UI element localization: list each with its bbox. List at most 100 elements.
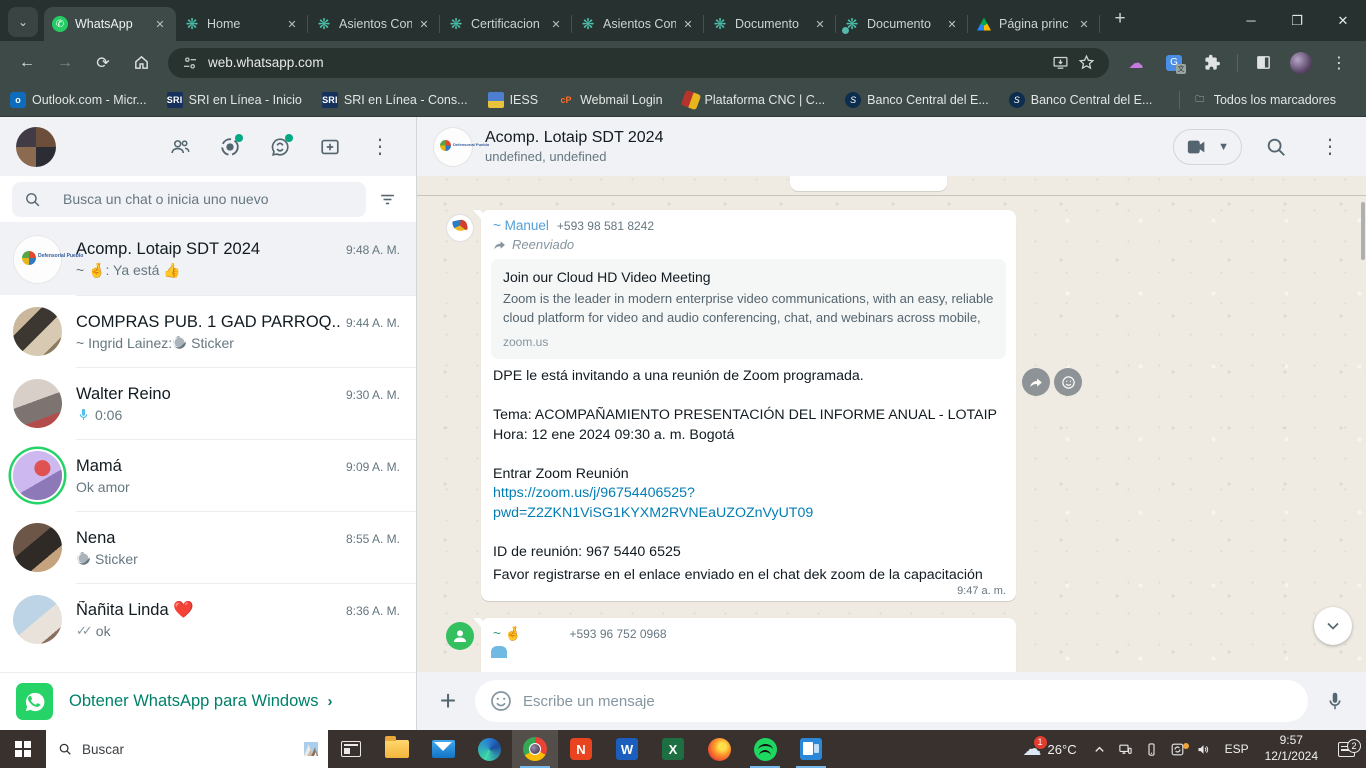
close-button[interactable]: ✕: [1320, 0, 1366, 41]
firefox-taskbar-icon[interactable]: [696, 730, 742, 768]
filter-icon[interactable]: [370, 182, 404, 216]
bookmark-item[interactable]: cPWebmail Login: [558, 92, 662, 108]
word-taskbar-icon[interactable]: W: [604, 730, 650, 768]
new-chat-icon[interactable]: [310, 127, 350, 167]
tab-close-icon[interactable]: ✕: [812, 16, 828, 32]
extension-cloud-icon[interactable]: ☁: [1122, 49, 1150, 77]
tab-close-icon[interactable]: ✕: [284, 16, 300, 32]
browser-tab[interactable]: ❋Asientos Con✕: [572, 7, 704, 41]
task-view-taskbar-icon[interactable]: [328, 730, 374, 768]
address-bar[interactable]: web.whatsapp.com: [168, 48, 1109, 78]
install-app-icon[interactable]: [1047, 52, 1073, 74]
video-call-button[interactable]: ▼: [1173, 129, 1242, 165]
all-bookmarks-button[interactable]: 🗀 Todos los marcadores: [1192, 92, 1336, 108]
language-indicator[interactable]: ESP: [1217, 742, 1257, 756]
bookmark-item[interactable]: SBanco Central del E...: [1009, 92, 1153, 108]
sync-update-icon[interactable]: [1165, 742, 1191, 757]
url-text[interactable]: web.whatsapp.com: [208, 55, 1047, 70]
profile-avatar[interactable]: [1287, 49, 1315, 77]
status-icon[interactable]: [210, 127, 250, 167]
nitro-pdf-taskbar-icon[interactable]: N: [558, 730, 604, 768]
site-settings-icon[interactable]: [182, 55, 198, 71]
scroll-to-bottom-button[interactable]: [1314, 607, 1352, 645]
minimize-button[interactable]: ─: [1228, 0, 1274, 41]
taskbar-search[interactable]: Buscar: [46, 730, 328, 768]
photos-taskbar-icon[interactable]: [788, 730, 834, 768]
sender-name[interactable]: ~ 🤞: [493, 626, 521, 642]
browser-tab[interactable]: ❋Asientos Con✕: [308, 7, 440, 41]
tab-close-icon[interactable]: ✕: [1076, 16, 1092, 32]
voice-record-icon[interactable]: [1320, 686, 1350, 716]
google-translate-icon[interactable]: G文: [1160, 49, 1188, 77]
message-input[interactable]: Escribe un mensaje: [475, 680, 1308, 722]
maximize-button[interactable]: ❐: [1274, 0, 1320, 41]
zoom-meeting-link[interactable]: https://zoom.us/j/96754406525?pwd=Z2ZKN1…: [493, 484, 1004, 523]
extensions-puzzle-icon[interactable]: [1198, 49, 1226, 77]
spotify-taskbar-icon[interactable]: [742, 730, 788, 768]
chat-list-item[interactable]: Mamá9:09 A. M.Ok amor: [0, 439, 416, 511]
hidden-icons-chevron[interactable]: [1087, 742, 1113, 757]
search-input[interactable]: Busca un chat o inicia uno nuevo: [12, 182, 366, 217]
attach-plus-icon[interactable]: +: [433, 686, 463, 716]
chat-scrollbar[interactable]: [1361, 202, 1365, 260]
tab-search-button[interactable]: ⌄: [8, 7, 38, 37]
forward-message-icon[interactable]: [1022, 368, 1050, 396]
tab-close-icon[interactable]: ✕: [680, 16, 696, 32]
tab-close-icon[interactable]: ✕: [548, 16, 564, 32]
browser-tab[interactable]: ❋Documento✕: [836, 7, 968, 41]
chrome-taskbar-icon[interactable]: [512, 730, 558, 768]
new-tab-button[interactable]: +: [1106, 5, 1134, 33]
search-highlight-image[interactable]: [304, 742, 318, 756]
sender-name[interactable]: ~ Manuel: [493, 218, 549, 233]
chat-menu-icon[interactable]: ⋮: [1310, 127, 1350, 167]
browser-tab[interactable]: ❋Documento✕: [704, 7, 836, 41]
emoji-icon[interactable]: [489, 689, 513, 713]
chat-list-item[interactable]: Acomp. Lotaip SDT 20249:48 A. M.~ 🤞: Ya …: [0, 223, 416, 295]
browser-menu-icon[interactable]: ⋮: [1325, 49, 1353, 77]
bookmark-item[interactable]: SRISRI en Línea - Cons...: [322, 92, 468, 108]
bookmark-item[interactable]: oOutlook.com - Micr...: [10, 92, 147, 108]
browser-tab[interactable]: ✆WhatsApp✕: [44, 7, 176, 41]
sender-avatar-manuel[interactable]: [446, 214, 474, 242]
channels-icon[interactable]: [260, 127, 300, 167]
forward-button[interactable]: →: [51, 49, 79, 77]
chat-list-item[interactable]: COMPRAS PUB. 1 GAD PARROQ...9:44 A. M.~ …: [0, 295, 416, 367]
chat-header-meta[interactable]: Acomp. Lotaip SDT 2024 undefined, undefi…: [485, 129, 663, 164]
bookmark-item[interactable]: Plataforma CNC | C...: [683, 92, 826, 108]
sender-avatar-default[interactable]: [446, 622, 474, 650]
chat-list-item[interactable]: Nena8:55 A. M.Sticker: [0, 511, 416, 583]
chat-avatar[interactable]: [433, 127, 473, 167]
tab-close-icon[interactable]: ✕: [152, 16, 168, 32]
home-button[interactable]: [127, 49, 155, 77]
get-whatsapp-banner[interactable]: Obtener WhatsApp para Windows ›: [0, 672, 416, 730]
network-icon[interactable]: [1113, 742, 1139, 757]
side-panel-icon[interactable]: [1249, 49, 1277, 77]
taskbar-clock[interactable]: 9:57 12/1/2024: [1257, 733, 1326, 764]
bookmark-star-icon[interactable]: [1073, 52, 1099, 74]
action-center-icon[interactable]: 2: [1326, 742, 1366, 757]
browser-tab[interactable]: Página princ✕: [968, 7, 1100, 41]
mail-taskbar-icon[interactable]: [420, 730, 466, 768]
excel-taskbar-icon[interactable]: X: [650, 730, 696, 768]
bookmark-item[interactable]: SRISRI en Línea - Inicio: [167, 92, 302, 108]
react-emoji-icon[interactable]: [1054, 368, 1082, 396]
my-profile-avatar[interactable]: [16, 127, 56, 167]
bookmark-item[interactable]: IESS: [488, 92, 539, 108]
phone-link-icon[interactable]: [1139, 742, 1165, 757]
link-preview-card[interactable]: Join our Cloud HD Video Meeting Zoom is …: [491, 259, 1006, 359]
start-button[interactable]: [0, 730, 46, 768]
chat-list-item[interactable]: Walter Reino9:30 A. M.0:06: [0, 367, 416, 439]
tab-close-icon[interactable]: ✕: [944, 16, 960, 32]
communities-icon[interactable]: [160, 127, 200, 167]
browser-tab[interactable]: ❋Home✕: [176, 7, 308, 41]
browser-tab[interactable]: ❋Certificacion✕: [440, 7, 572, 41]
tab-close-icon[interactable]: ✕: [416, 16, 432, 32]
file-explorer-taskbar-icon[interactable]: [374, 730, 420, 768]
reload-button[interactable]: ⟳: [89, 49, 117, 77]
back-button[interactable]: ←: [13, 49, 41, 77]
bookmark-item[interactable]: SBanco Central del E...: [845, 92, 989, 108]
weather-widget[interactable]: ☁1 26°C: [1013, 740, 1087, 759]
sidebar-menu-icon[interactable]: ⋮: [360, 127, 400, 167]
edge-taskbar-icon[interactable]: [466, 730, 512, 768]
volume-icon[interactable]: [1191, 742, 1217, 757]
